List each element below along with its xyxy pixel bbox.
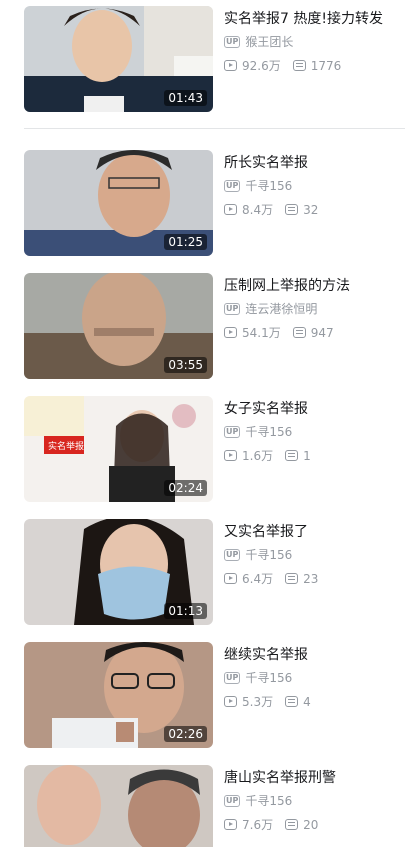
play-count-icon	[224, 450, 237, 461]
stats-row: 8.4万 32	[224, 201, 318, 218]
uploader-row[interactable]: UP 千寻156	[224, 546, 292, 563]
stats-row: 6.4万 23	[224, 570, 318, 587]
video-title[interactable]: 所长实名举报	[224, 152, 407, 172]
danmaku-icon	[292, 327, 306, 338]
video-title[interactable]: 压制网上举报的方法	[224, 275, 407, 295]
thumbnail-image	[24, 765, 213, 847]
video-thumbnail[interactable]: 01:25	[24, 150, 213, 256]
view-count: 6.4万	[242, 572, 274, 586]
view-count: 92.6万	[242, 59, 281, 73]
up-badge-icon: UP	[224, 425, 241, 438]
play-count-icon	[224, 60, 237, 71]
uploader-row[interactable]: UP 千寻156	[224, 177, 292, 194]
uploader-row[interactable]: UP 连云港徐恒明	[224, 300, 317, 317]
danmaku-icon	[292, 60, 306, 71]
uploader-name[interactable]: 千寻156	[245, 669, 292, 686]
up-badge-icon: UP	[224, 548, 241, 561]
video-card[interactable]: 实名举报 02:24 女子实名举报 UP 千寻156 1.6万 1	[0, 396, 409, 504]
video-card[interactable]: 01:13 又实名举报了 UP 千寻156 6.4万 23	[0, 519, 409, 627]
video-duration: 02:26	[164, 726, 207, 742]
view-count: 54.1万	[242, 326, 281, 340]
danmaku-count: 4	[303, 694, 311, 709]
uploader-row[interactable]: UP 千寻156	[224, 669, 292, 686]
danmaku-count: 20	[303, 817, 319, 832]
up-badge-icon: UP	[224, 179, 241, 192]
up-badge-icon: UP	[224, 35, 241, 48]
video-duration: 01:13	[164, 603, 207, 619]
view-count: 7.6万	[242, 818, 274, 832]
uploader-row[interactable]: UP 猴王团长	[224, 33, 293, 50]
danmaku-count: 1776	[310, 58, 342, 73]
thumbnail-caption: 实名举报	[48, 442, 85, 452]
video-thumbnail[interactable]	[24, 765, 213, 847]
video-card[interactable]: 唐山实名举报刑警 UP 千寻156 7.6万 20	[0, 765, 409, 847]
view-count: 5.3万	[242, 695, 274, 709]
danmaku-count: 1	[303, 448, 311, 463]
danmaku-icon	[285, 819, 299, 830]
video-thumbnail[interactable]: 01:43	[24, 6, 213, 112]
video-card[interactable]: 03:55 压制网上举报的方法 UP 连云港徐恒明 54.1万 947	[0, 273, 409, 381]
stats-row: 7.6万 20	[224, 816, 318, 833]
video-thumbnail[interactable]: 01:13	[24, 519, 213, 625]
danmaku-count: 23	[303, 571, 319, 586]
uploader-name[interactable]: 猴王团长	[245, 33, 293, 50]
play-count-icon	[224, 819, 237, 830]
video-title[interactable]: 又实名举报了	[224, 521, 407, 541]
play-count-icon	[224, 573, 237, 584]
stats-row: 5.3万 4	[224, 693, 311, 710]
video-thumbnail[interactable]: 02:26	[24, 642, 213, 748]
view-count: 1.6万	[242, 449, 274, 463]
video-title[interactable]: 唐山实名举报刑警	[224, 767, 407, 787]
danmaku-count: 947	[310, 325, 334, 340]
danmaku-icon	[285, 573, 299, 584]
up-badge-icon: UP	[224, 302, 241, 315]
stats-row: 92.6万 1776	[224, 57, 341, 74]
video-card[interactable]: 01:43 实名举报7 热度!接力转发 UP 猴王团长 92.6万 1776	[0, 6, 409, 114]
video-title[interactable]: 实名举报7 热度!接力转发	[224, 8, 407, 28]
uploader-name[interactable]: 千寻156	[245, 177, 292, 194]
video-title[interactable]: 女子实名举报	[224, 398, 407, 418]
up-badge-icon: UP	[224, 671, 241, 684]
video-thumbnail[interactable]: 03:55	[24, 273, 213, 379]
danmaku-icon	[285, 450, 299, 461]
stats-row: 54.1万 947	[224, 324, 334, 341]
view-count: 8.4万	[242, 203, 274, 217]
danmaku-count: 32	[303, 202, 319, 217]
danmaku-icon	[285, 696, 299, 707]
video-duration: 02:24	[164, 480, 207, 496]
uploader-row[interactable]: UP 千寻156	[224, 792, 292, 809]
video-title[interactable]: 继续实名举报	[224, 644, 407, 664]
uploader-name[interactable]: 千寻156	[245, 423, 292, 440]
video-duration: 01:43	[164, 90, 207, 106]
uploader-row[interactable]: UP 千寻156	[224, 423, 292, 440]
video-thumbnail[interactable]: 实名举报 02:24	[24, 396, 213, 502]
danmaku-icon	[285, 204, 299, 215]
play-count-icon	[224, 327, 237, 338]
video-duration: 01:25	[164, 234, 207, 250]
uploader-name[interactable]: 千寻156	[245, 792, 292, 809]
uploader-name[interactable]: 连云港徐恒明	[245, 300, 317, 317]
up-badge-icon: UP	[224, 794, 241, 807]
section-divider	[24, 128, 405, 129]
video-duration: 03:55	[164, 357, 207, 373]
play-count-icon	[224, 204, 237, 215]
uploader-name[interactable]: 千寻156	[245, 546, 292, 563]
video-card[interactable]: 02:26 继续实名举报 UP 千寻156 5.3万 4	[0, 642, 409, 750]
play-count-icon	[224, 696, 237, 707]
video-card[interactable]: 01:25 所长实名举报 UP 千寻156 8.4万 32	[0, 150, 409, 258]
stats-row: 1.6万 1	[224, 447, 311, 464]
